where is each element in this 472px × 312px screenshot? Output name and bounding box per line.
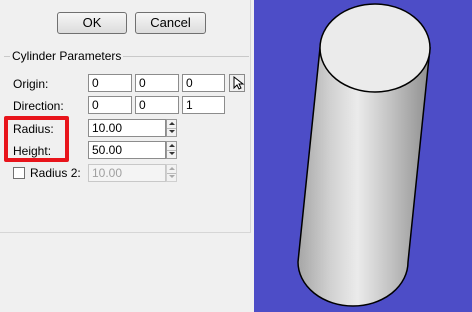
radius2-checkbox[interactable] xyxy=(13,167,25,179)
arrow-up-icon xyxy=(169,144,175,147)
direction-y-input[interactable]: 0 xyxy=(135,96,179,114)
radius-spinner[interactable] xyxy=(166,119,177,137)
radius2-decrement-button[interactable] xyxy=(167,173,176,181)
height-decrement-button[interactable] xyxy=(167,150,176,158)
radius-input[interactable]: 10.00 xyxy=(88,119,166,137)
radius-height-highlight xyxy=(4,116,69,162)
origin-label: Origin: xyxy=(13,77,49,91)
arrow-up-icon xyxy=(169,167,175,170)
cylinder-icon xyxy=(297,3,431,307)
height-input[interactable]: 50.00 xyxy=(88,141,166,159)
radius2-input[interactable]: 10.00 xyxy=(88,164,166,182)
origin-x-input[interactable]: 0 xyxy=(88,74,132,92)
arrow-down-icon xyxy=(169,130,175,133)
radius2-label: Radius 2: xyxy=(30,166,81,180)
group-title: Cylinder Parameters xyxy=(10,49,124,63)
direction-label: Direction: xyxy=(13,99,64,113)
arrow-up-icon xyxy=(169,122,175,125)
origin-y-input[interactable]: 0 xyxy=(135,74,179,92)
pick-point-button[interactable] xyxy=(229,74,245,92)
direction-z-input[interactable]: 1 xyxy=(182,96,225,114)
radius-decrement-button[interactable] xyxy=(167,128,176,136)
height-spinner[interactable] xyxy=(166,141,177,159)
cylinder-dialog-panel: OK Cancel Cylinder Parameters Origin: 0 … xyxy=(0,0,254,312)
arrow-down-icon xyxy=(169,152,175,155)
radius2-spinner[interactable] xyxy=(166,164,177,182)
direction-x-input[interactable]: 0 xyxy=(88,96,132,114)
ok-button[interactable]: OK xyxy=(57,12,127,34)
origin-z-input[interactable]: 0 xyxy=(182,74,225,92)
cursor-arrow-icon xyxy=(233,75,245,90)
arrow-down-icon xyxy=(169,175,175,178)
cancel-button[interactable]: Cancel xyxy=(135,12,206,34)
3d-viewport[interactable] xyxy=(254,0,472,312)
